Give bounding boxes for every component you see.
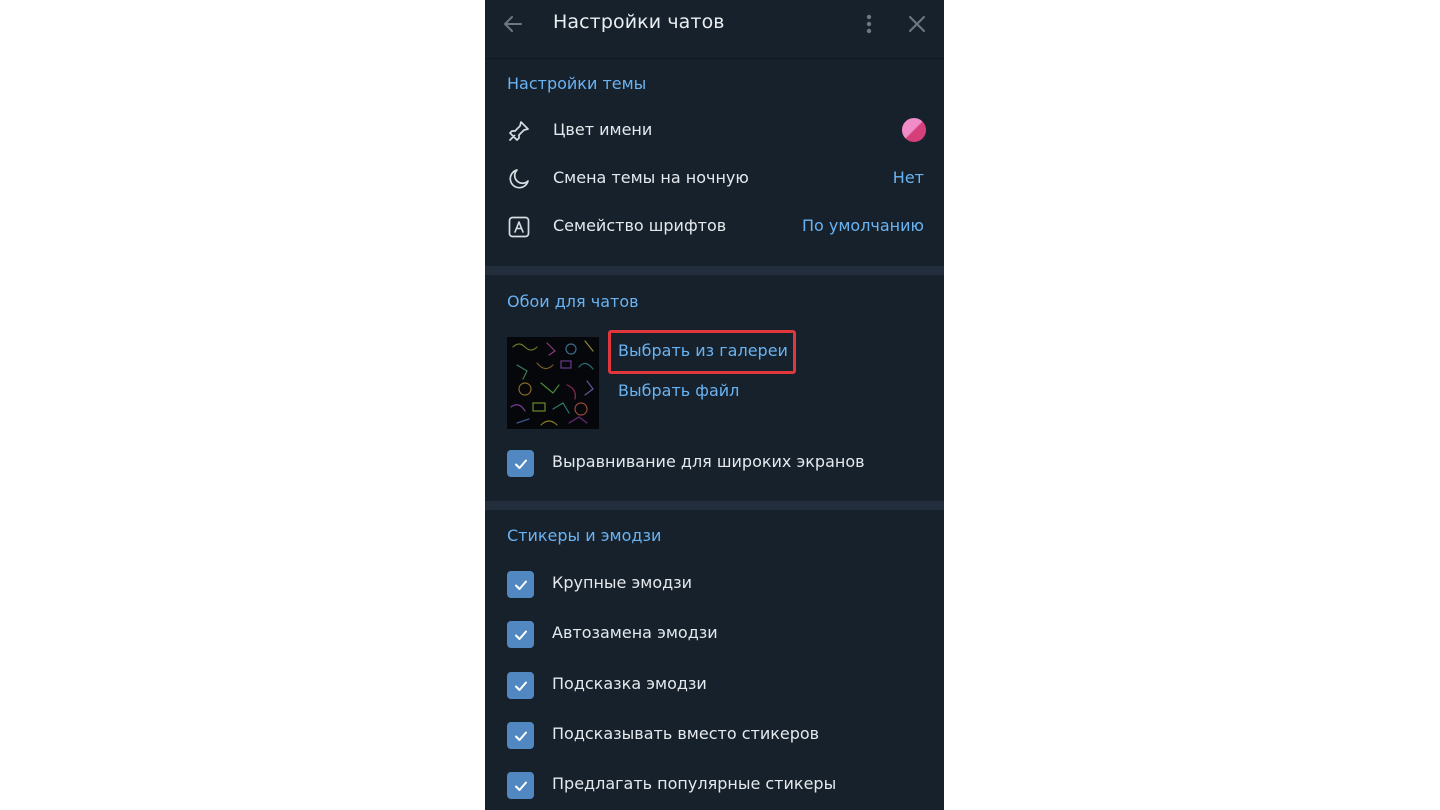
font-family-label: Семейство шрифтов	[553, 216, 727, 235]
checkmark-icon	[514, 459, 527, 469]
checkmark-icon	[514, 781, 527, 791]
emoji-autoreplace-label: Автозамена эмодзи	[552, 623, 718, 642]
emoji-suggestions-label: Подсказка эмодзи	[552, 674, 707, 693]
night-theme-value: Нет	[892, 168, 924, 187]
more-button[interactable]	[857, 10, 881, 38]
header: Настройки чатов	[485, 0, 944, 59]
more-vertical-icon	[866, 14, 872, 34]
emoji-suggestions-checkbox[interactable]	[507, 672, 534, 699]
wide-screens-checkbox[interactable]	[507, 450, 534, 477]
wide-screens-label: Выравнивание для широких экранов	[552, 452, 865, 471]
emoji-autoreplace-checkbox[interactable]	[507, 621, 534, 648]
font-icon	[507, 215, 531, 239]
popular-stickers-option[interactable]: Предлагать популярные стикеры	[485, 765, 944, 805]
emoji-suggestions-option[interactable]: Подсказка эмодзи	[485, 665, 944, 705]
font-family-value: По умолчанию	[801, 216, 924, 235]
chat-settings-panel: Настройки чатов Настройки темы Цвет имен…	[485, 0, 944, 810]
large-emoji-checkbox[interactable]	[507, 571, 534, 598]
arrow-left-icon	[504, 16, 522, 32]
popular-stickers-label: Предлагать популярные стикеры	[552, 774, 837, 793]
font-family-row[interactable]: Семейство шрифтов По умолчанию	[485, 205, 944, 249]
wallpaper-pattern	[510, 340, 594, 426]
moon-icon	[507, 167, 531, 191]
choose-file-link[interactable]: Выбрать файл	[618, 381, 739, 400]
section-divider	[485, 266, 944, 275]
wide-screens-option[interactable]: Выравнивание для широких экранов	[485, 443, 944, 483]
wallpaper-preview[interactable]	[507, 337, 599, 429]
large-emoji-label: Крупные эмодзи	[552, 573, 693, 592]
highlight-box	[608, 330, 796, 374]
name-color-row[interactable]: Цвет имени	[485, 109, 944, 153]
close-button[interactable]	[903, 10, 931, 38]
large-emoji-option[interactable]: Крупные эмодзи	[485, 564, 944, 604]
section-divider	[485, 501, 944, 510]
checkmark-icon	[514, 580, 527, 590]
night-theme-label: Смена темы на ночную	[553, 168, 749, 187]
close-icon	[909, 16, 925, 32]
suggest-instead-stickers-option[interactable]: Подсказывать вместо стикеров	[485, 715, 944, 755]
section-title-theme: Настройки темы	[507, 74, 647, 93]
suggest-instead-stickers-label: Подсказывать вместо стикеров	[552, 724, 820, 743]
suggest-instead-stickers-checkbox[interactable]	[507, 722, 534, 749]
night-theme-row[interactable]: Смена темы на ночную Нет	[485, 157, 944, 201]
brush-icon	[507, 119, 531, 143]
popular-stickers-checkbox[interactable]	[507, 772, 534, 799]
name-color-label: Цвет имени	[553, 120, 653, 139]
checkmark-icon	[514, 731, 527, 741]
checkmark-icon	[514, 681, 527, 691]
section-title-wallpaper: Обои для чатов	[507, 292, 639, 311]
checkmark-icon	[514, 630, 527, 640]
page-title: Настройки чатов	[553, 11, 725, 33]
section-title-stickers: Стикеры и эмодзи	[507, 526, 662, 545]
emoji-autoreplace-option[interactable]: Автозамена эмодзи	[485, 614, 944, 654]
back-button[interactable]	[499, 10, 527, 38]
name-color-swatch	[902, 118, 926, 142]
